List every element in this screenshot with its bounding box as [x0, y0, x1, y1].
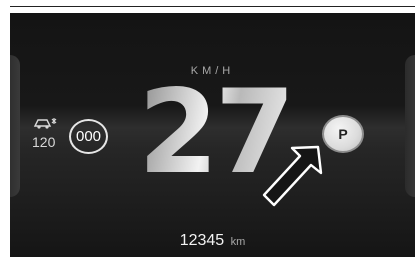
odometer-value: 12345	[179, 232, 225, 249]
speed-limit-assist-icon	[33, 118, 57, 129]
instrument-cluster: KM/H 27 120 000 P 12345 km	[10, 13, 415, 257]
odometer-unit: km	[230, 236, 246, 248]
park-indicator-button[interactable]: P	[322, 115, 364, 153]
speed-limit-setting: 120	[32, 134, 56, 150]
speed-limit-group: 120 000	[32, 116, 112, 156]
speed-limit-sign: 000	[69, 119, 108, 154]
odometer: 12345 km	[10, 232, 415, 250]
top-divider	[10, 6, 415, 7]
callout-arrow-icon	[262, 145, 323, 207]
